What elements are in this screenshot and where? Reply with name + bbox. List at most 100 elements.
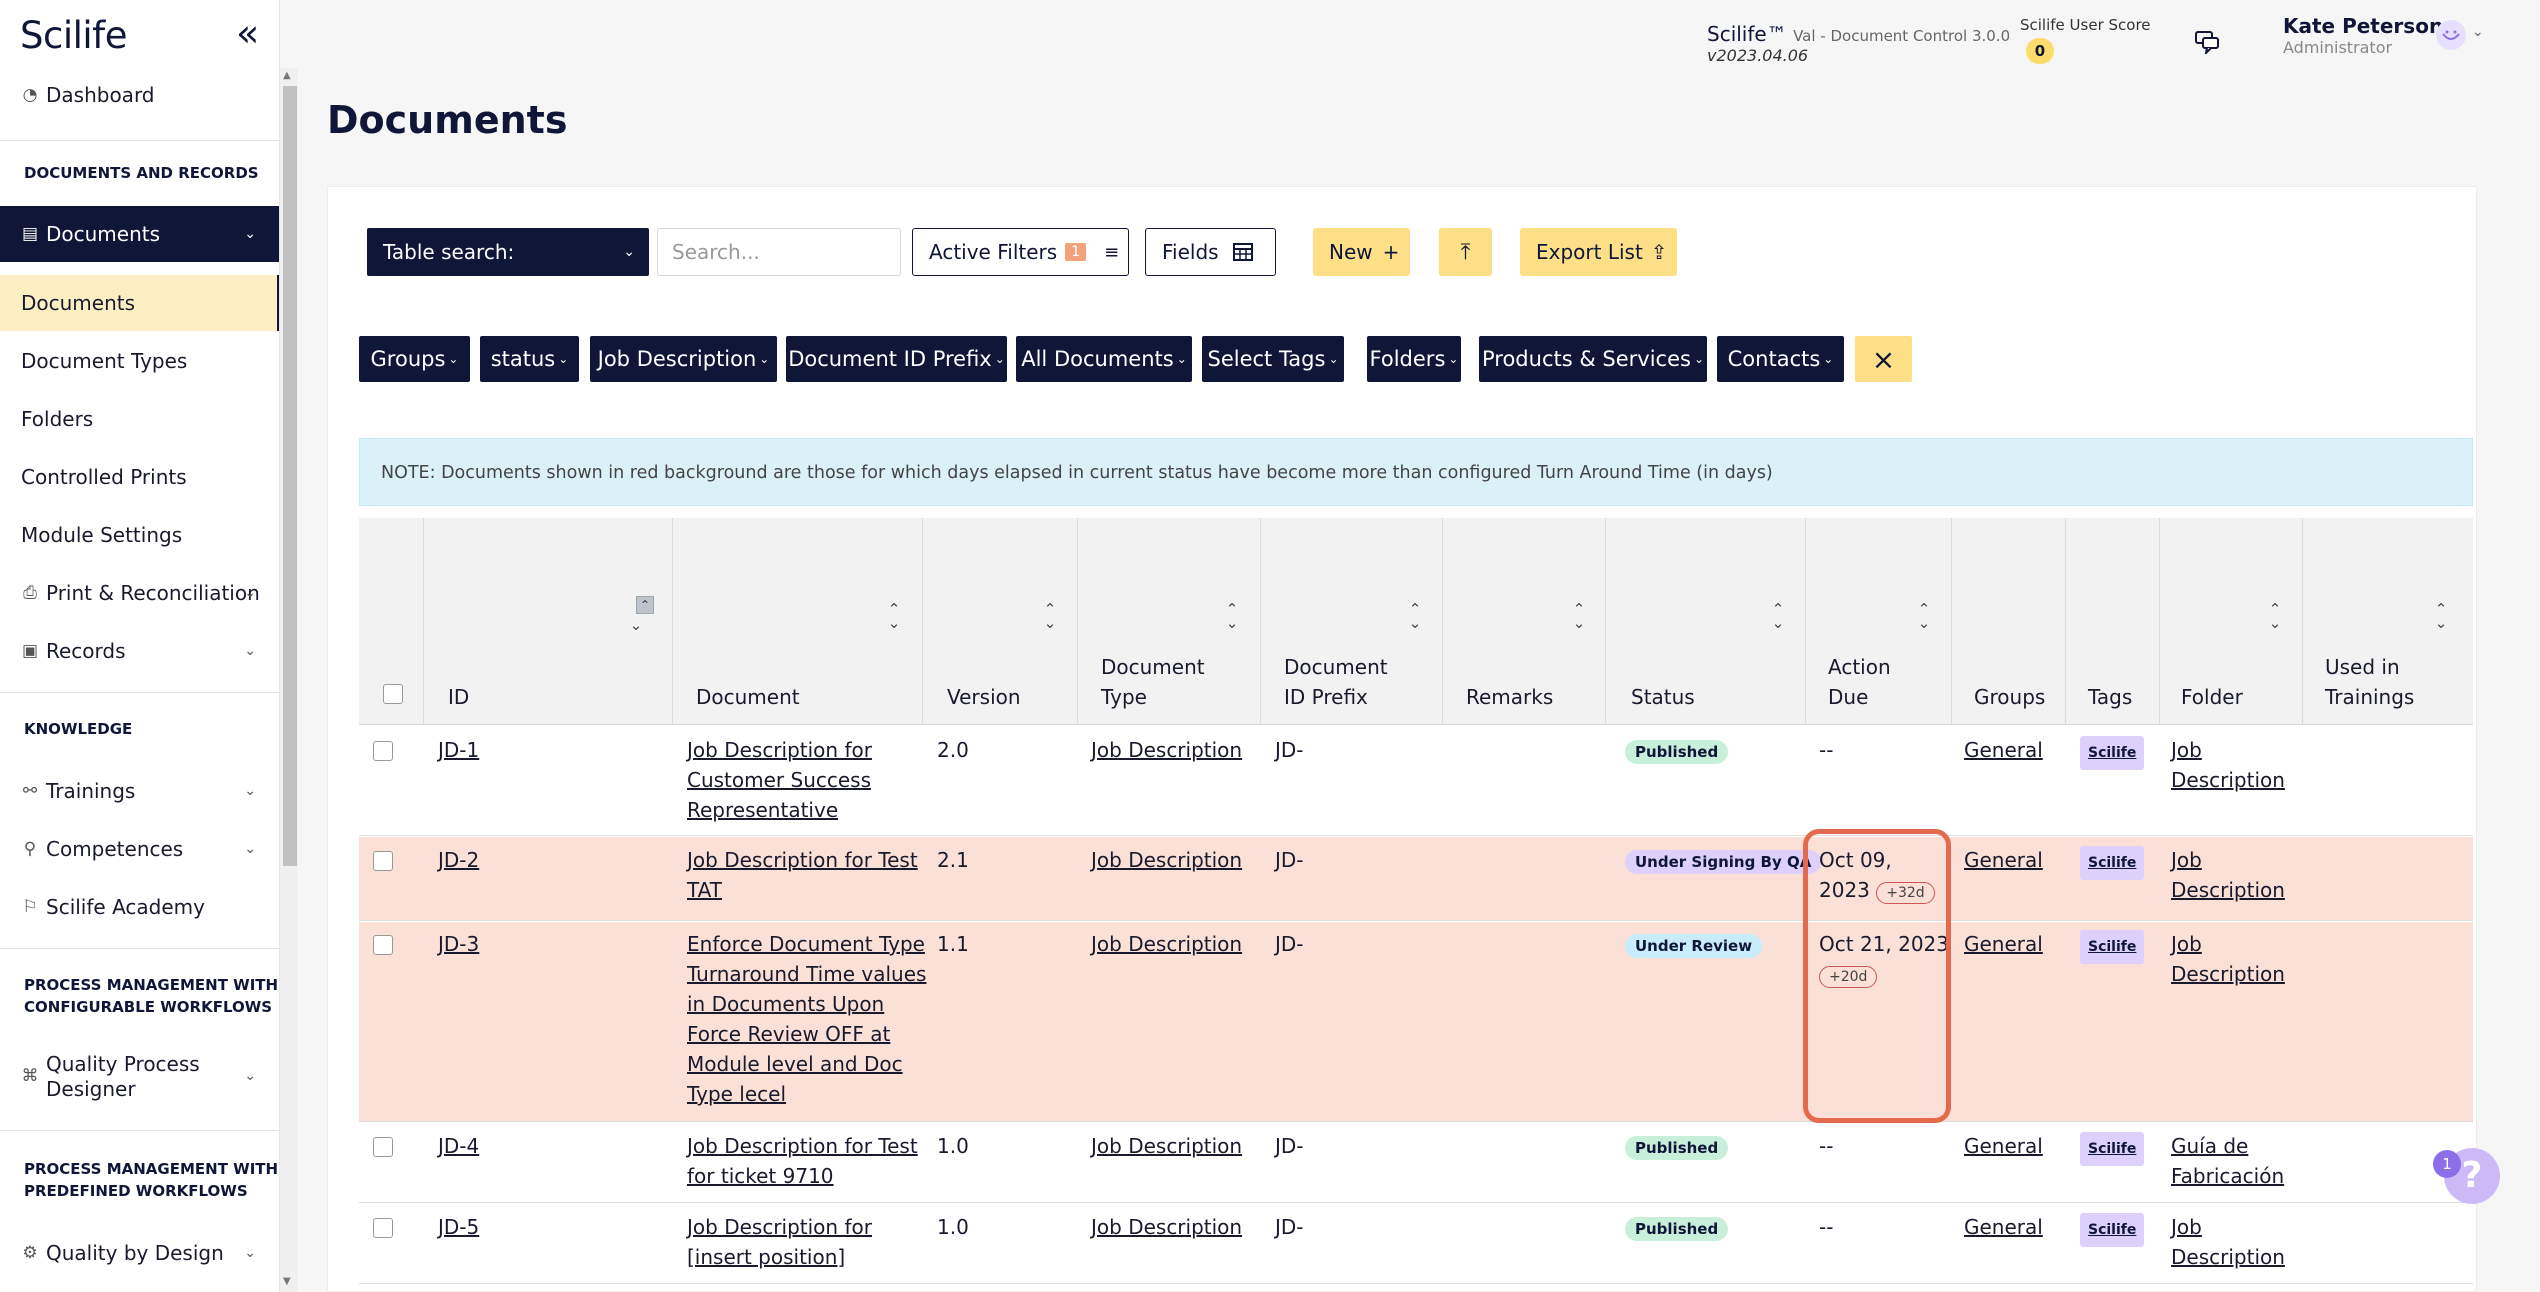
group-link[interactable]: General <box>1964 929 2043 959</box>
sort-icon[interactable]: ⌃ ⌄ <box>1768 602 1788 631</box>
fields-button[interactable]: Fields <box>1145 228 1276 276</box>
sidebar-item-dashboard[interactable]: ◔ Dashboard <box>0 80 279 110</box>
document-type-link[interactable]: Job Description <box>1091 845 1242 875</box>
column-header-remarks[interactable]: Remarks <box>1466 682 1553 712</box>
tag-badge[interactable]: Scilife <box>2080 846 2145 880</box>
column-header-document[interactable]: Document <box>696 682 800 712</box>
column-header-document-type[interactable]: Document Type <box>1101 652 1205 712</box>
avatar[interactable] <box>2436 20 2466 50</box>
sort-asc-active-icon[interactable]: ⌃ <box>636 596 654 614</box>
sort-icon[interactable]: ⌃ ⌄ <box>1914 602 1934 631</box>
group-link[interactable]: General <box>1964 1212 2043 1242</box>
table-row[interactable]: JD-5 Job Description for [insert position… <box>359 1204 2473 1284</box>
chat-icon[interactable] <box>2194 30 2220 54</box>
table-search-select[interactable]: Table search: ⌄ <box>367 228 649 276</box>
sidebar-item-quality-by-design[interactable]: ⚙ Quality by Design ⌄ <box>0 1238 279 1268</box>
row-checkbox[interactable] <box>373 1218 393 1238</box>
sort-icon[interactable]: ⌃ ⌄ <box>2265 602 2285 631</box>
filter-chip-contacts[interactable]: Contacts ⌄ <box>1717 336 1844 382</box>
document-id-link[interactable]: JD-4 <box>438 1131 479 1161</box>
sort-icon[interactable]: ⌃ ⌄ <box>1405 602 1425 631</box>
filter-chip-products-services[interactable]: Products & Services ⌄ <box>1479 336 1707 382</box>
sidebar-subitem-document-types[interactable]: Document Types <box>0 346 279 376</box>
sidebar-subitem-module-settings[interactable]: Module Settings <box>0 520 279 550</box>
user-menu-chevron-icon[interactable]: ⌄ <box>2472 24 2484 40</box>
group-link[interactable]: General <box>1964 735 2043 765</box>
sidebar-item-quality-process-designer[interactable]: ⌘ Quality Process Designer ⌄ <box>0 1052 279 1104</box>
clear-filters-button[interactable]: × <box>1855 336 1912 382</box>
document-id-link[interactable]: JD-5 <box>438 1212 479 1242</box>
folder-link[interactable]: Job Description <box>2171 845 2285 905</box>
document-title-link[interactable]: Enforce Document Type Turnaround Time val… <box>687 929 926 1109</box>
filter-chip-groups[interactable]: Groups ⌄ <box>359 336 470 382</box>
row-checkbox[interactable] <box>373 1137 393 1157</box>
sidebar-subitem-controlled-prints[interactable]: Controlled Prints <box>0 462 279 492</box>
group-link[interactable]: General <box>1964 1131 2043 1161</box>
filter-chip-folders[interactable]: Folders ⌄ <box>1367 336 1461 382</box>
filter-chip-job-description[interactable]: Job Description ⌄ <box>590 336 777 382</box>
sort-desc-icon[interactable]: ⌄ <box>626 618 646 633</box>
sort-icon[interactable]: ⌃ ⌄ <box>2431 602 2451 631</box>
collapse-sidebar-icon[interactable]: « <box>236 14 259 52</box>
document-id-link[interactable]: JD-2 <box>438 845 479 875</box>
table-row[interactable]: JD-4 Job Description for Test for ticket … <box>359 1123 2473 1203</box>
filter-chip-select-tags[interactable]: Select Tags ⌄ <box>1202 336 1344 382</box>
row-checkbox[interactable] <box>373 741 393 761</box>
scroll-down-arrow-icon[interactable]: ▼ <box>283 1276 291 1287</box>
column-header-id[interactable]: ID <box>448 682 469 712</box>
sort-icon[interactable]: ⌃ ⌄ <box>1569 602 1589 631</box>
tag-badge[interactable]: Scilife <box>2080 736 2145 770</box>
sidebar-item-trainings[interactable]: ⚯ Trainings ⌄ <box>0 776 279 806</box>
table-row[interactable]: JD-2 Job Description for Test TAT 2.1 Job… <box>359 837 2473 921</box>
row-checkbox[interactable] <box>373 935 393 955</box>
document-type-link[interactable]: Job Description <box>1091 1212 1242 1242</box>
document-type-link[interactable]: Job Description <box>1091 735 1242 765</box>
folder-link[interactable]: Job Description <box>2171 735 2285 795</box>
document-id-link[interactable]: JD-3 <box>438 929 479 959</box>
filter-chip-status[interactable]: status ⌄ <box>480 336 579 382</box>
sidebar-item-competences[interactable]: ⚲ Competences ⌄ <box>0 834 279 864</box>
sort-icon[interactable]: ⌃ ⌄ <box>884 602 904 631</box>
scroll-up-arrow-icon[interactable]: ▲ <box>283 70 291 81</box>
folder-link[interactable]: Guía de Fabricación <box>2171 1131 2284 1191</box>
sort-icon[interactable]: ⌃ ⌄ <box>1040 602 1060 631</box>
folder-link[interactable]: Job Description <box>2171 1212 2285 1272</box>
sidebar-scrollbar-thumb[interactable] <box>283 86 297 866</box>
table-row[interactable]: JD-1 Job Description for Customer Success… <box>359 726 2473 836</box>
column-header-folder[interactable]: Folder <box>2181 682 2243 712</box>
row-checkbox[interactable] <box>373 851 393 871</box>
column-header-version[interactable]: Version <box>947 682 1021 712</box>
export-list-button[interactable]: Export List ⇪ <box>1520 228 1677 276</box>
active-filters-button[interactable]: Active Filters 1 ≡ <box>912 228 1129 276</box>
select-all-checkbox[interactable] <box>383 684 403 704</box>
search-input[interactable]: Search... <box>657 228 901 276</box>
tag-badge[interactable]: Scilife <box>2080 1213 2145 1247</box>
sidebar-item-print-reconciliation[interactable]: ⎙ Print & Reconciliation ⌄ <box>0 578 279 608</box>
import-button[interactable]: ⤒ <box>1439 228 1492 276</box>
folder-link[interactable]: Job Description <box>2171 929 2285 989</box>
document-type-link[interactable]: Job Description <box>1091 929 1242 959</box>
document-title-link[interactable]: Job Description for Test TAT <box>687 845 918 905</box>
document-title-link[interactable]: Job Description for Test for ticket 9710 <box>687 1131 918 1191</box>
column-header-status[interactable]: Status <box>1631 682 1695 712</box>
group-link[interactable]: General <box>1964 845 2043 875</box>
sidebar-item-documents[interactable]: ▤ Documents ⌄ <box>0 206 279 262</box>
document-type-link[interactable]: Job Description <box>1091 1131 1242 1161</box>
document-title-link[interactable]: Job Description for [insert position] <box>687 1212 872 1272</box>
sidebar-subitem-folders[interactable]: Folders <box>0 404 279 434</box>
sidebar-subitem-documents[interactable]: Documents <box>0 275 279 331</box>
column-header-document-id-prefix[interactable]: Document ID Prefix <box>1284 652 1388 712</box>
user-name[interactable]: Kate Peterson <box>2283 14 2443 38</box>
column-header-used-in-trainings[interactable]: Used in Trainings <box>2325 652 2414 712</box>
sidebar-item-records[interactable]: ▣ Records ⌄ <box>0 636 279 666</box>
tag-badge[interactable]: Scilife <box>2080 930 2145 964</box>
filter-chip-all-documents[interactable]: All Documents ⌄ <box>1016 336 1192 382</box>
new-button[interactable]: New + <box>1313 228 1410 276</box>
table-row[interactable]: JD-3 Enforce Document Type Turnaround Tim… <box>359 922 2473 1122</box>
sort-icon[interactable]: ⌃ ⌄ <box>1222 602 1242 631</box>
document-title-link[interactable]: Job Description for Customer Success Repre… <box>687 735 872 825</box>
document-id-link[interactable]: JD-1 <box>438 735 479 765</box>
scilife-logo[interactable]: Scilife <box>20 14 127 57</box>
sidebar-item-academy[interactable]: ⚐ Scilife Academy <box>0 892 279 922</box>
column-header-groups[interactable]: Groups <box>1974 682 2045 712</box>
